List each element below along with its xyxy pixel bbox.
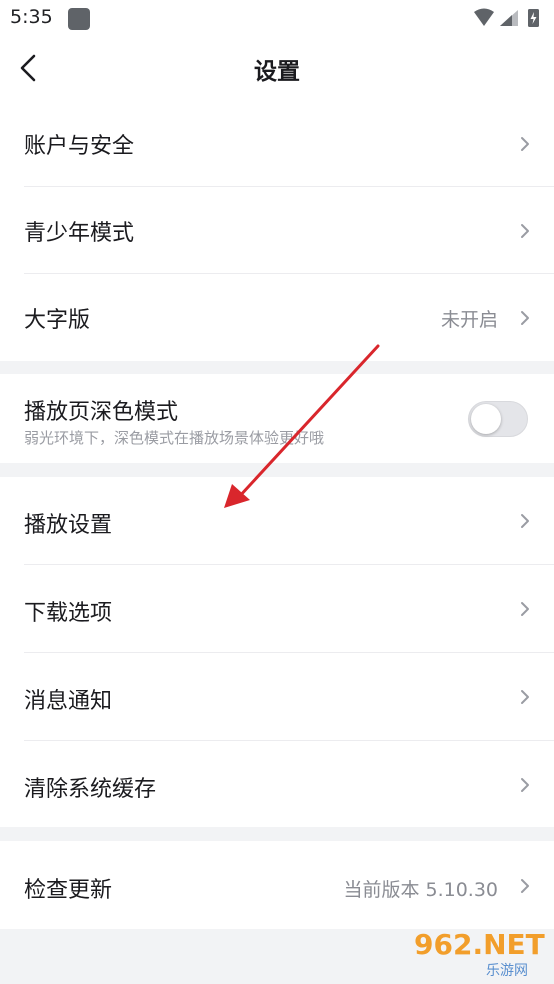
chevron-right-icon <box>521 137 529 151</box>
row-notifications[interactable]: 消息通知 <box>0 653 554 740</box>
chevron-right-icon <box>521 690 529 704</box>
settings-group-update: 检查更新 当前版本 5.10.30 <box>0 841 554 929</box>
row-download-options[interactable]: 下载选项 <box>0 565 554 652</box>
row-check-update[interactable]: 检查更新 当前版本 5.10.30 <box>0 841 554 929</box>
app-notification-icon <box>68 8 90 30</box>
row-label: 大字版 <box>24 308 91 333</box>
chevron-right-icon <box>521 224 529 238</box>
row-label: 下载选项 <box>24 601 113 626</box>
status-bar: 5:35 <box>0 0 554 38</box>
status-time: 5:35 <box>10 6 53 28</box>
chevron-right-icon <box>521 311 529 325</box>
row-account-security[interactable]: 账户与安全 <box>0 100 554 187</box>
settings-group-general: 播放设置 下载选项 消息通知 清除系统缓存 <box>0 477 554 827</box>
settings-group-account: 账户与安全 青少年模式 大字版 未开启 <box>0 100 554 361</box>
settings-group-dark-mode: 播放页深色模式 弱光环境下，深色模式在播放场景体验更好哦 <box>0 374 554 463</box>
row-subtitle: 弱光环境下，深色模式在播放场景体验更好哦 <box>24 429 325 447</box>
row-playback-settings[interactable]: 播放设置 <box>0 477 554 564</box>
wifi-icon <box>474 8 494 26</box>
row-label: 清除系统缓存 <box>24 777 157 802</box>
toggle-knob <box>471 404 501 434</box>
row-large-font[interactable]: 大字版 未开启 <box>0 274 554 361</box>
dark-mode-toggle[interactable] <box>468 401 528 437</box>
row-dark-mode: 播放页深色模式 弱光环境下，深色模式在播放场景体验更好哦 <box>0 374 554 463</box>
row-label: 播放页深色模式 <box>24 400 179 425</box>
row-label: 青少年模式 <box>24 221 135 246</box>
chevron-right-icon <box>521 514 529 528</box>
page-title: 设置 <box>254 59 300 85</box>
row-label: 账户与安全 <box>24 134 135 159</box>
row-label: 检查更新 <box>24 878 113 903</box>
watermark-subtext: 乐游网 <box>486 963 528 979</box>
row-label: 播放设置 <box>24 513 113 538</box>
row-value: 未开启 <box>440 309 498 331</box>
row-label: 消息通知 <box>24 689 113 714</box>
watermark-logo: 962.NET 乐游网 <box>408 926 548 980</box>
row-youth-mode[interactable]: 青少年模式 <box>0 187 554 274</box>
watermark-text: 962.NET <box>414 928 545 961</box>
status-icons <box>474 8 539 27</box>
row-clear-cache[interactable]: 清除系统缓存 <box>0 741 554 827</box>
app-bar: 设置 <box>0 38 554 100</box>
chevron-right-icon <box>521 778 529 792</box>
row-value: 当前版本 5.10.30 <box>343 879 498 901</box>
chevron-right-icon <box>521 879 529 893</box>
chevron-right-icon <box>521 602 529 616</box>
